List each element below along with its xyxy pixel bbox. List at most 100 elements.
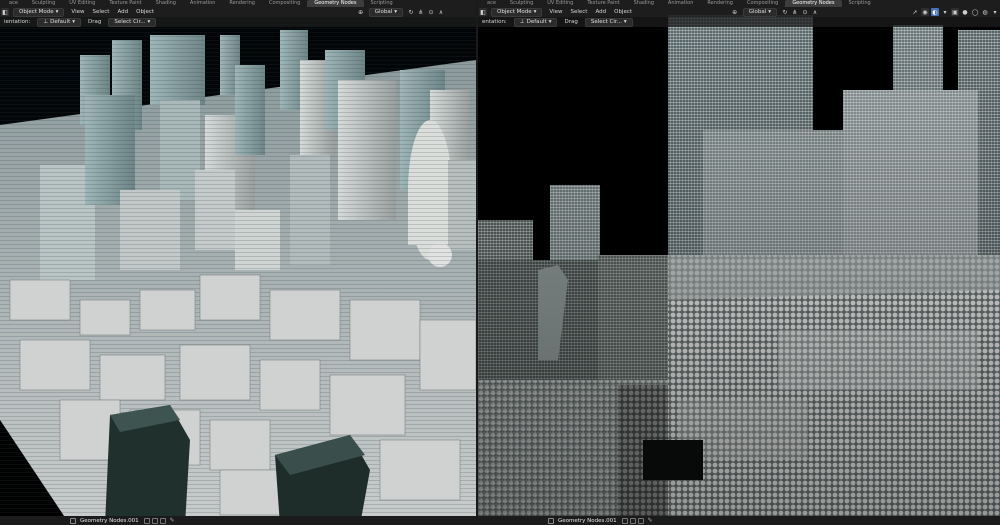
orientation-icon: ⊥: [43, 18, 49, 25]
graph-icon[interactable]: ∧: [437, 8, 445, 16]
workspace-tab[interactable]: ace: [2, 0, 25, 7]
transform-dropdown[interactable]: Global ▾: [368, 7, 403, 17]
workspace-tab[interactable]: Texture Paint: [102, 0, 148, 7]
shield-icon[interactable]: [143, 517, 150, 524]
drag-dropdown[interactable]: Select Cir... ▾: [108, 17, 157, 27]
node-tree-icon[interactable]: [548, 517, 554, 524]
mode-dropdown[interactable]: Object Mode ▾: [13, 7, 65, 17]
orientation-dropdown[interactable]: ⊥ Default ▾: [513, 17, 558, 27]
xray-icon[interactable]: ▣: [951, 8, 959, 16]
orientation-dropdown[interactable]: ⊥ Default ▾: [37, 17, 81, 27]
transform-dropdown[interactable]: Global ▾: [742, 7, 777, 17]
workspace-tab[interactable]: Animation: [661, 0, 701, 7]
transform-label: Global: [374, 8, 393, 15]
workspace-tab[interactable]: UV Editing: [62, 0, 102, 7]
drag-value: Select Cir...: [114, 18, 146, 25]
node-tree-icon[interactable]: [70, 517, 76, 524]
workspace-tabs: ace Sculpting UV Editing Texture Paint S…: [478, 0, 1000, 7]
chevron-down-icon: ▾: [394, 8, 397, 15]
transform-orientation-icon[interactable]: ⊕: [731, 8, 739, 16]
workspace-tab[interactable]: Scripting: [842, 0, 878, 7]
city-render-right[interactable]: [478, 0, 1000, 525]
workspace-tab[interactable]: Sculpting: [503, 0, 540, 7]
workspace-tab[interactable]: ace: [480, 0, 503, 7]
chevron-down-icon[interactable]: ▾: [991, 8, 999, 16]
viewport-header: ◧ Object Mode ▾ View Select Add Object ⊕ …: [0, 7, 476, 17]
snap-icon[interactable]: ⋔: [791, 8, 799, 16]
transform-orientation-icon[interactable]: ⊕: [357, 8, 365, 16]
visibility-icon[interactable]: ◉: [921, 8, 929, 16]
workspace-tab[interactable]: Compositing: [740, 0, 785, 7]
orientation-icon: ⊥: [519, 18, 525, 25]
orientation-label: entation:: [482, 19, 507, 25]
workspace-tab-active[interactable]: Geometry Nodes: [785, 0, 842, 7]
close-icon[interactable]: [637, 517, 644, 524]
drag-label: Drag: [564, 19, 578, 25]
workspace-tab[interactable]: Shading: [627, 0, 661, 7]
workspace-tab-active[interactable]: Geometry Nodes: [307, 0, 364, 7]
node-tree-name[interactable]: Geometry Nodes.001: [80, 518, 139, 524]
node-tree-footer: Geometry Nodes.001 ✎: [478, 516, 1000, 525]
workspace-tab[interactable]: UV Editing: [540, 0, 580, 7]
menu-select[interactable]: Select: [88, 7, 113, 17]
workspace-tab[interactable]: Rendering: [700, 0, 740, 7]
pivot-icon[interactable]: ↻: [781, 8, 789, 16]
workspace-tab[interactable]: Scripting: [364, 0, 400, 7]
mode-dropdown[interactable]: Object Mode ▾: [491, 7, 543, 17]
viewport-header: ◧ Object Mode ▾ View Select Add Object ⊕ …: [478, 7, 1000, 17]
workspace-tab[interactable]: Shading: [149, 0, 183, 7]
workspace-tab[interactable]: Sculpting: [25, 0, 62, 7]
pivot-icon[interactable]: ↻: [407, 8, 415, 16]
workspace-tab[interactable]: Compositing: [262, 0, 307, 7]
workspace-tabs: ace Sculpting UV Editing Texture Paint S…: [0, 0, 476, 7]
menu-object[interactable]: Object: [610, 7, 636, 17]
drag-value: Select Cir...: [590, 18, 622, 25]
mode-icon[interactable]: ◧: [479, 8, 487, 16]
solid-shading-icon[interactable]: ◯: [971, 8, 979, 16]
workspace-tab[interactable]: Animation: [183, 0, 223, 7]
menu-view[interactable]: View: [67, 7, 88, 17]
city-render-left[interactable]: [0, 0, 476, 525]
copy-icon[interactable]: [151, 517, 158, 524]
snap-icon[interactable]: ⋔: [417, 8, 425, 16]
menu-add[interactable]: Add: [591, 7, 610, 17]
mode-label: Object Mode: [497, 8, 532, 15]
chevron-down-icon: ▾: [623, 18, 627, 25]
material-shading-icon[interactable]: ◍: [981, 8, 989, 16]
shield-icon[interactable]: [621, 517, 628, 524]
orientation-value: Default: [526, 18, 547, 25]
chevron-down-icon: ▾: [768, 8, 771, 15]
viewport-right[interactable]: ace Sculpting UV Editing Texture Paint S…: [478, 0, 1000, 525]
chevron-down-icon: ▾: [147, 18, 151, 25]
menu-select[interactable]: Select: [566, 7, 591, 17]
proportional-icon[interactable]: ⊙: [427, 8, 435, 16]
workspace-tab[interactable]: Rendering: [222, 0, 262, 7]
transform-label: Global: [748, 8, 767, 15]
menu-view[interactable]: View: [545, 7, 566, 17]
orientation-label: ientation:: [4, 19, 31, 25]
viewport-shading-icon[interactable]: ●: [961, 8, 969, 16]
mode-label: Object Mode: [19, 8, 54, 15]
viewport-left[interactable]: ace Sculpting UV Editing Texture Paint S…: [0, 0, 476, 525]
pin-icon[interactable]: ✎: [648, 517, 653, 524]
menu-add[interactable]: Add: [113, 7, 132, 17]
mode-icon[interactable]: ◧: [1, 8, 9, 16]
drag-dropdown[interactable]: Select Cir... ▾: [584, 17, 633, 27]
tool-settings-bar: ientation: ⊥ Default ▾ Drag Select Cir... ▾: [0, 17, 476, 27]
copy-icon[interactable]: [629, 517, 636, 524]
proportional-icon[interactable]: ⊙: [801, 8, 809, 16]
node-tree-name[interactable]: Geometry Nodes.001: [558, 518, 617, 524]
node-tree-footer: Geometry Nodes.001 ✎: [0, 516, 476, 525]
close-icon[interactable]: [159, 517, 166, 524]
graph-icon[interactable]: ∧: [811, 8, 819, 16]
tool-settings-bar: entation: ⊥ Default ▾ Drag Select Cir... ▾: [478, 17, 1000, 27]
chevron-down-icon: ▾: [548, 18, 552, 25]
orientation-value: Default: [50, 18, 71, 25]
pin-icon[interactable]: ✎: [170, 517, 175, 524]
overlay-icon[interactable]: ◐: [931, 8, 939, 16]
workspace-tab[interactable]: Texture Paint: [580, 0, 626, 7]
cursor-icon[interactable]: ➚: [911, 8, 919, 16]
menu-object[interactable]: Object: [132, 7, 158, 17]
chevron-down-icon: ▾: [533, 8, 537, 15]
chevron-down-icon[interactable]: ▾: [941, 8, 949, 16]
